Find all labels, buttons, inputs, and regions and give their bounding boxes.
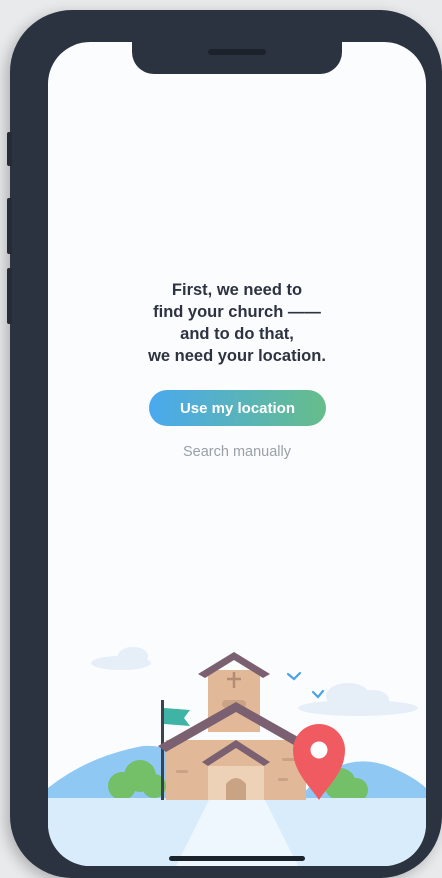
use-my-location-button[interactable]: Use my location xyxy=(149,390,326,426)
headline-line: find your church —— xyxy=(153,303,321,321)
volume-down-button xyxy=(7,268,12,324)
phone-frame: First, we need to find your church —— an… xyxy=(7,10,442,878)
headline-line: and to do that, xyxy=(180,325,294,343)
volume-up-button xyxy=(7,198,12,254)
headline-line: we need your location. xyxy=(148,347,326,365)
notch xyxy=(132,42,342,74)
church-icon xyxy=(158,652,314,800)
speaker-grille xyxy=(208,49,266,55)
church-illustration xyxy=(48,647,426,866)
screen: First, we need to find your church —— an… xyxy=(48,42,426,866)
mute-switch xyxy=(7,132,12,166)
headline-line: First, we need to xyxy=(171,281,303,299)
search-manually-link[interactable]: Search manually xyxy=(48,444,426,460)
bird-icon xyxy=(311,689,325,699)
cloud-icon xyxy=(91,647,151,670)
cloud-icon xyxy=(298,683,418,716)
bird-icon xyxy=(286,671,302,681)
home-indicator[interactable] xyxy=(169,856,305,861)
onboarding-headline: First, we need to find your church —— an… xyxy=(48,279,426,367)
